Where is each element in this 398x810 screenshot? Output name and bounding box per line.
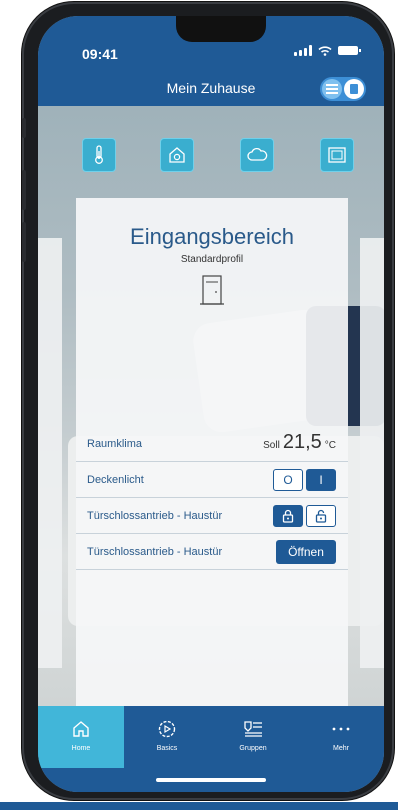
cloud-icon (247, 147, 268, 161)
room-card: Eingangsbereich Standardprofil Raumklima… (76, 198, 348, 710)
tab-gruppen-label: Gruppen (239, 745, 267, 752)
light-off-button[interactable]: O (273, 468, 303, 491)
row-light: Deckenlicht O I (76, 462, 348, 498)
open-door-button[interactable]: Öffnen (276, 539, 336, 564)
climate-value: Soll 21,5 °C (263, 431, 336, 454)
category-window[interactable] (320, 138, 354, 172)
light-switch: O I (273, 468, 336, 491)
unlock-button[interactable] (306, 504, 336, 527)
door-open-label: Türschlossantrieb - Haustür (87, 545, 223, 558)
card-view-icon[interactable] (344, 79, 364, 99)
home-icon (73, 721, 89, 737)
tab-bar: Home Basics Gruppen Mehr (38, 706, 384, 792)
door-icon (200, 275, 224, 305)
category-house[interactable] (160, 138, 194, 172)
light-label: Deckenlicht (87, 473, 144, 486)
category-weather[interactable] (240, 138, 274, 172)
tab-home[interactable]: Home (38, 706, 124, 768)
tab-basics-label: Basics (156, 745, 178, 752)
phone-side-button (22, 118, 26, 138)
tab-home-label: Home (71, 745, 91, 752)
tab-gruppen[interactable]: Gruppen (210, 706, 296, 768)
view-toggle[interactable] (320, 77, 366, 101)
lock-switch (273, 504, 336, 527)
status-time: 09:41 (82, 46, 118, 62)
row-climate[interactable]: Raumklima Soll 21,5 °C (76, 426, 348, 462)
groups-icon (244, 721, 262, 737)
phone-volume-down (22, 222, 26, 262)
house-icon (169, 147, 185, 163)
battery-icon (338, 46, 361, 55)
tab-mehr-label: Mehr (333, 745, 349, 752)
category-climate[interactable] (82, 138, 116, 172)
locked-icon (282, 509, 294, 523)
signal-icon (294, 45, 312, 56)
list-view-icon[interactable] (322, 79, 342, 99)
wifi-icon (318, 45, 332, 56)
page-bottom-stripe (0, 802, 398, 810)
prev-room-card[interactable] (38, 238, 62, 668)
lock-label: Türschlossantrieb - Haustür (87, 509, 223, 522)
window-icon (328, 147, 346, 163)
status-icons (294, 45, 361, 56)
climate-temperature: 21,5 (282, 431, 322, 453)
light-on-button[interactable]: I (306, 468, 336, 491)
category-bar (38, 138, 384, 174)
climate-label: Raumklima (87, 437, 143, 450)
phone-volume-up (22, 170, 26, 210)
nav-bar: Mein Zuhause (38, 72, 384, 106)
climate-soll-label: Soll (263, 440, 280, 451)
tab-mehr[interactable]: Mehr (298, 706, 384, 768)
more-icon (332, 727, 350, 731)
app-screen: 09:41 Mein Zuhause Eingangsbereich Stand… (38, 16, 384, 792)
tab-basics[interactable]: Basics (124, 706, 210, 768)
thermometer-icon (95, 145, 103, 164)
lock-button[interactable] (273, 504, 303, 527)
unlocked-icon (315, 509, 327, 523)
gear-play-icon (158, 720, 176, 738)
home-indicator[interactable] (156, 778, 266, 782)
room-title: Eingangsbereich (130, 224, 294, 249)
next-room-card[interactable] (360, 238, 384, 668)
climate-unit: °C (324, 440, 336, 451)
row-door-open: Türschlossantrieb - Haustür Öffnen (76, 534, 348, 570)
row-lock: Türschlossantrieb - Haustür (76, 498, 348, 534)
notch (176, 16, 266, 42)
room-profile: Standardprofil (180, 254, 244, 265)
